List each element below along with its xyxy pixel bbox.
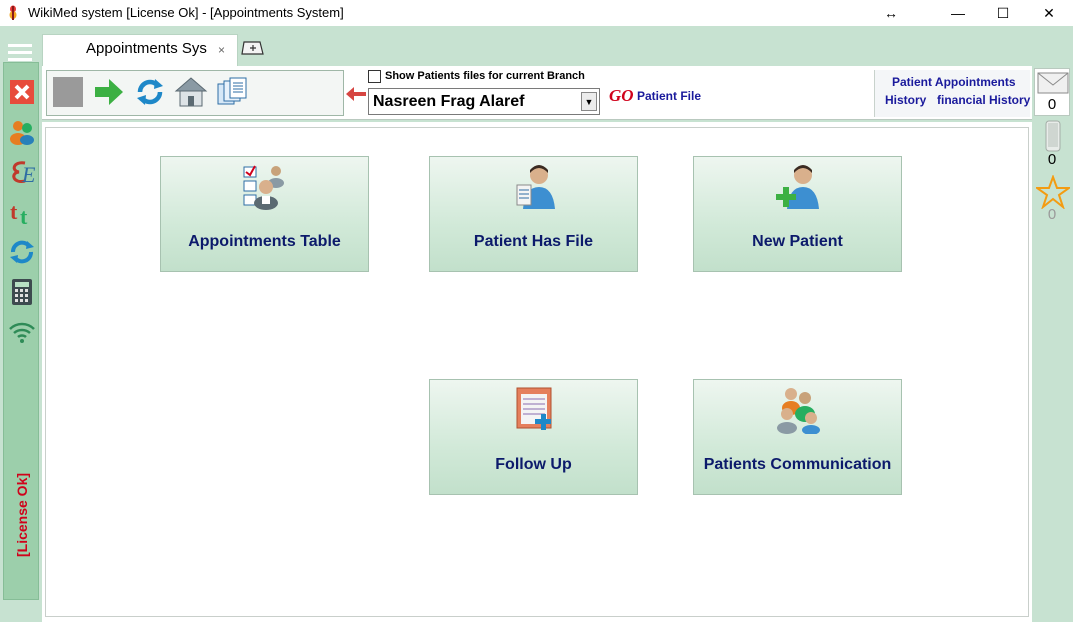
back-arrow-icon[interactable] xyxy=(346,86,366,102)
go-patient-file-link[interactable]: Patient File xyxy=(637,89,701,103)
sidebar-panel: E t t [License Ok] xyxy=(3,62,39,600)
resize-icon[interactable]: ↔ xyxy=(868,0,914,26)
text-tt-icon[interactable]: t t xyxy=(7,197,37,227)
chevron-down-icon[interactable]: ▼ xyxy=(581,92,597,111)
documents-icon xyxy=(217,77,247,105)
stop-button[interactable] xyxy=(50,74,86,110)
star-icon[interactable] xyxy=(1036,175,1070,209)
patients-communication-label: Patients Communication xyxy=(703,456,892,473)
sync-icon[interactable] xyxy=(7,237,37,267)
wifi-icon[interactable] xyxy=(7,317,37,347)
forward-arrow-icon xyxy=(95,79,123,105)
tab-label: Appointments Sys xyxy=(86,40,207,57)
go-button[interactable]: GO xyxy=(609,86,634,106)
show-branch-label: Show Patients files for current Branch xyxy=(385,70,585,82)
patient-file-icon xyxy=(516,165,555,209)
patient-has-file-label: Patient Has File xyxy=(473,233,594,250)
english-e-icon[interactable]: E xyxy=(7,157,37,187)
refresh-button[interactable] xyxy=(132,74,168,110)
patient-appointments-link[interactable]: Patient Appointments xyxy=(892,75,1016,89)
gauge-count: 0 xyxy=(1047,151,1057,168)
patients-communication-icon xyxy=(776,388,820,434)
patients-communication-tile[interactable]: Patients Communication xyxy=(693,379,902,495)
title-bar: WikiMed system [License Ok] - [Appointme… xyxy=(0,0,1073,26)
new-patient-icon xyxy=(775,165,819,209)
left-sidebar: E t t [License Ok] xyxy=(0,26,42,622)
svg-text:t: t xyxy=(20,204,28,227)
patient-select-value: Nasreen Frag Alaref xyxy=(373,93,525,110)
financial-history-link[interactable]: financial History xyxy=(937,93,1030,107)
documents-button[interactable] xyxy=(214,74,250,110)
new-tab-icon[interactable] xyxy=(241,40,265,56)
gauge-icon[interactable] xyxy=(1040,120,1066,152)
follow-up-tile[interactable]: Follow Up xyxy=(429,379,638,495)
svg-text:t: t xyxy=(10,199,18,224)
new-patient-label: New Patient xyxy=(752,233,843,250)
home-button[interactable] xyxy=(173,74,209,110)
appointments-table-label: Appointments Table xyxy=(188,233,341,250)
appointments-table-tile[interactable]: Appointments Table xyxy=(160,156,369,272)
patient-has-file-tile[interactable]: Patient Has File xyxy=(429,156,638,272)
calculator-icon[interactable] xyxy=(7,277,37,307)
close-window-button[interactable]: ✕ xyxy=(1026,0,1072,26)
refresh-icon xyxy=(137,79,163,105)
follow-up-label: Follow Up xyxy=(495,456,572,473)
forward-button[interactable] xyxy=(91,74,127,110)
window-title: WikiMed system [License Ok] - [Appointme… xyxy=(28,5,344,20)
favorites-count: 0 xyxy=(1047,206,1057,223)
show-branch-checkbox[interactable] xyxy=(368,70,381,83)
mail-icon xyxy=(1037,72,1069,94)
appointments-table-icon xyxy=(243,165,284,210)
new-patient-tile[interactable]: New Patient xyxy=(693,156,902,272)
minimize-button[interactable]: — xyxy=(935,0,981,26)
mail-count: 0 xyxy=(1047,96,1057,113)
home-icon xyxy=(174,77,208,107)
maximize-button[interactable]: ☐ xyxy=(980,0,1026,26)
app-logo-icon xyxy=(9,5,17,20)
follow-up-icon xyxy=(516,387,551,430)
patient-select[interactable]: Nasreen Frag Alaref ▼ xyxy=(368,88,600,115)
users-icon[interactable] xyxy=(7,117,37,147)
history-link[interactable]: History xyxy=(885,93,926,107)
license-status: [License Ok] xyxy=(14,472,30,558)
svg-text:E: E xyxy=(21,162,36,187)
close-x-icon[interactable] xyxy=(7,77,37,107)
tab-close-button[interactable]: × xyxy=(218,43,225,57)
stop-icon xyxy=(53,77,83,107)
